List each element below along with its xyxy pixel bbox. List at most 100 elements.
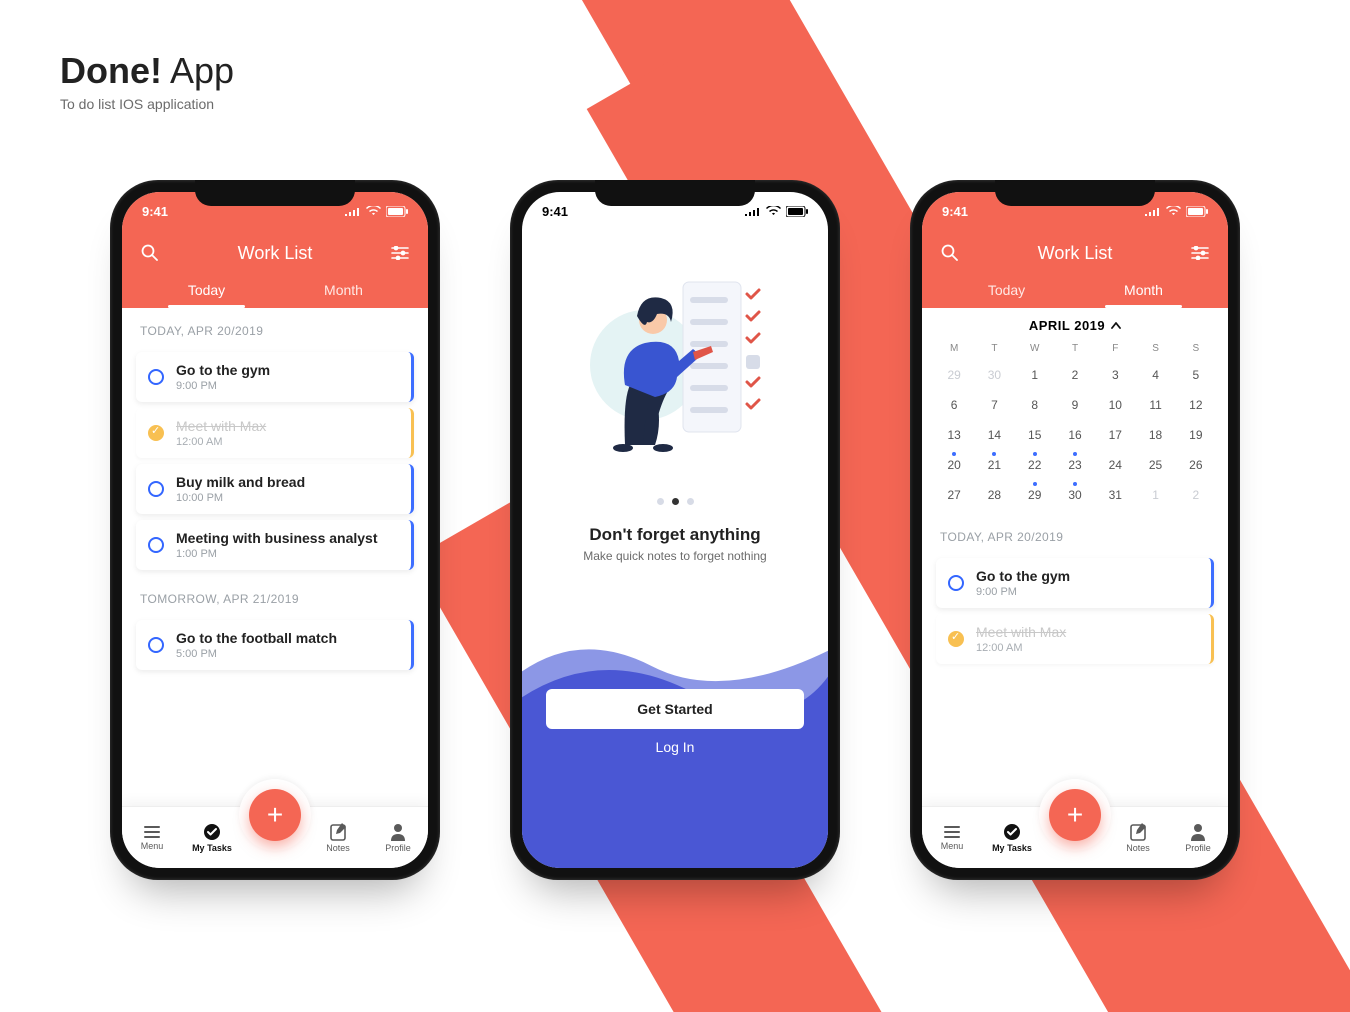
showcase-stage: Done! App To do list IOS application 9:4… xyxy=(0,0,1350,1012)
bottom-nav: + Menu My Tasks Notes Profile xyxy=(922,806,1228,868)
calendar-day[interactable]: 24 xyxy=(1095,452,1135,478)
task-time: 12:00 AM xyxy=(976,642,1066,654)
device-frame: 9:41 Work List Today Month xyxy=(910,180,1240,880)
onboarding-footer: Get Started Log In xyxy=(522,599,828,868)
tab-month[interactable]: Month xyxy=(1075,270,1212,308)
task-checkbox[interactable] xyxy=(148,637,164,653)
task-item[interactable]: Buy milk and bread 10:00 PM xyxy=(136,464,414,514)
search-button[interactable] xyxy=(938,241,962,265)
view-tabs: Today Month xyxy=(138,270,412,308)
task-title: Meeting with business analyst xyxy=(176,530,378,546)
calendar-day[interactable]: 16 xyxy=(1055,422,1095,448)
calendar-month-picker[interactable]: APRIL 2019 xyxy=(934,318,1216,333)
task-item[interactable]: Meeting with business analyst 1:00 PM xyxy=(136,520,414,570)
calendar-day[interactable]: 13 xyxy=(934,422,974,448)
calendar-day-other[interactable]: 30 xyxy=(974,362,1014,388)
dot-active[interactable] xyxy=(672,498,679,505)
task-item[interactable]: Go to the gym 9:00 PM xyxy=(136,352,414,402)
task-title: Go to the gym xyxy=(976,568,1070,584)
calendar-day[interactable]: 12 xyxy=(1176,392,1216,418)
signal-icon xyxy=(345,206,361,216)
calendar-day[interactable]: 31 xyxy=(1095,482,1135,508)
task-checkbox[interactable] xyxy=(148,369,164,385)
nav-profile[interactable]: Profile xyxy=(368,807,428,868)
task-checkbox[interactable] xyxy=(148,481,164,497)
calendar-day[interactable]: 9 xyxy=(1055,392,1095,418)
calendar-day[interactable]: 17 xyxy=(1095,422,1135,448)
page-dots xyxy=(522,498,828,505)
calendar-day[interactable]: 8 xyxy=(1015,392,1055,418)
task-list[interactable]: TODAY, APR 20/2019 Go to the gym 9:00 PM… xyxy=(922,514,1228,806)
calendar-day[interactable]: 14 xyxy=(974,422,1014,448)
person-icon xyxy=(1190,823,1206,841)
sliders-icon xyxy=(391,246,409,260)
tab-today[interactable]: Today xyxy=(938,270,1075,308)
calendar-day[interactable]: 26 xyxy=(1176,452,1216,478)
nav-menu[interactable]: Menu xyxy=(122,807,182,868)
calendar-day[interactable]: 3 xyxy=(1095,362,1135,388)
calendar-day[interactable]: 25 xyxy=(1135,452,1175,478)
task-title: Go to the football match xyxy=(176,630,337,646)
login-link[interactable]: Log In xyxy=(522,739,828,755)
add-task-fab[interactable]: + xyxy=(249,789,301,841)
wifi-icon xyxy=(1166,206,1181,216)
task-checkbox[interactable] xyxy=(948,631,964,647)
nav-notes[interactable]: Notes xyxy=(1108,807,1168,868)
section-label: TODAY, APR 20/2019 xyxy=(932,514,1218,552)
task-checkbox[interactable] xyxy=(148,425,164,441)
task-checkbox[interactable] xyxy=(148,537,164,553)
task-list[interactable]: TODAY, APR 20/2019 Go to the gym 9:00 PM… xyxy=(122,308,428,806)
dot[interactable] xyxy=(687,498,694,505)
tab-month[interactable]: Month xyxy=(275,270,412,308)
calendar-day[interactable]: 18 xyxy=(1135,422,1175,448)
search-button[interactable] xyxy=(138,241,162,265)
calendar-day[interactable]: 1 xyxy=(1015,362,1055,388)
dot[interactable] xyxy=(657,498,664,505)
calendar-day[interactable]: 11 xyxy=(1135,392,1175,418)
nav-my tasks[interactable]: My Tasks xyxy=(182,807,242,868)
calendar-day[interactable]: 29 xyxy=(1015,482,1055,508)
calendar-day[interactable]: 22 xyxy=(1015,452,1055,478)
calendar-dow: S xyxy=(1135,343,1175,358)
calendar-day[interactable]: 4 xyxy=(1135,362,1175,388)
nav-menu[interactable]: Menu xyxy=(922,807,982,868)
nav-label: Menu xyxy=(941,841,964,851)
calendar-day[interactable]: 28 xyxy=(974,482,1014,508)
calendar-day-other[interactable]: 1 xyxy=(1135,482,1175,508)
nav-profile[interactable]: Profile xyxy=(1168,807,1228,868)
calendar-day[interactable]: 10 xyxy=(1095,392,1135,418)
filter-button[interactable] xyxy=(1188,241,1212,265)
task-item[interactable]: Meet with Max 12:00 AM xyxy=(936,614,1214,664)
calendar-day-other[interactable]: 29 xyxy=(934,362,974,388)
task-checkbox[interactable] xyxy=(948,575,964,591)
search-icon xyxy=(941,244,959,262)
nav-label: My Tasks xyxy=(992,843,1032,853)
calendar-day[interactable]: 19 xyxy=(1176,422,1216,448)
task-item[interactable]: Go to the football match 5:00 PM xyxy=(136,620,414,670)
calendar-day[interactable]: 7 xyxy=(974,392,1014,418)
calendar-day[interactable]: 27 xyxy=(934,482,974,508)
calendar-day[interactable]: 23 xyxy=(1055,452,1095,478)
nav-my tasks[interactable]: My Tasks xyxy=(982,807,1042,868)
calendar-day[interactable]: 20 xyxy=(934,452,974,478)
get-started-button[interactable]: Get Started xyxy=(546,689,804,729)
nav-notes[interactable]: Notes xyxy=(308,807,368,868)
calendar-day[interactable]: 6 xyxy=(934,392,974,418)
signal-icon xyxy=(745,206,761,216)
tab-today[interactable]: Today xyxy=(138,270,275,308)
calendar-day[interactable]: 21 xyxy=(974,452,1014,478)
app-title: Work List xyxy=(238,243,313,264)
calendar-day[interactable]: 15 xyxy=(1015,422,1055,448)
calendar-day[interactable]: 2 xyxy=(1055,362,1095,388)
task-item[interactable]: Go to the gym 9:00 PM xyxy=(936,558,1214,608)
filter-button[interactable] xyxy=(388,241,412,265)
calendar-day[interactable]: 5 xyxy=(1176,362,1216,388)
task-item[interactable]: Meet with Max 12:00 AM xyxy=(136,408,414,458)
calendar-day[interactable]: 30 xyxy=(1055,482,1095,508)
calendar-grid: MTWTFSS293012345678910111213141516171819… xyxy=(934,343,1216,508)
person-icon xyxy=(390,823,406,841)
calendar-day-other[interactable]: 2 xyxy=(1176,482,1216,508)
view-tabs: Today Month xyxy=(938,270,1212,308)
add-task-fab[interactable]: + xyxy=(1049,789,1101,841)
status-time: 9:41 xyxy=(542,204,568,219)
